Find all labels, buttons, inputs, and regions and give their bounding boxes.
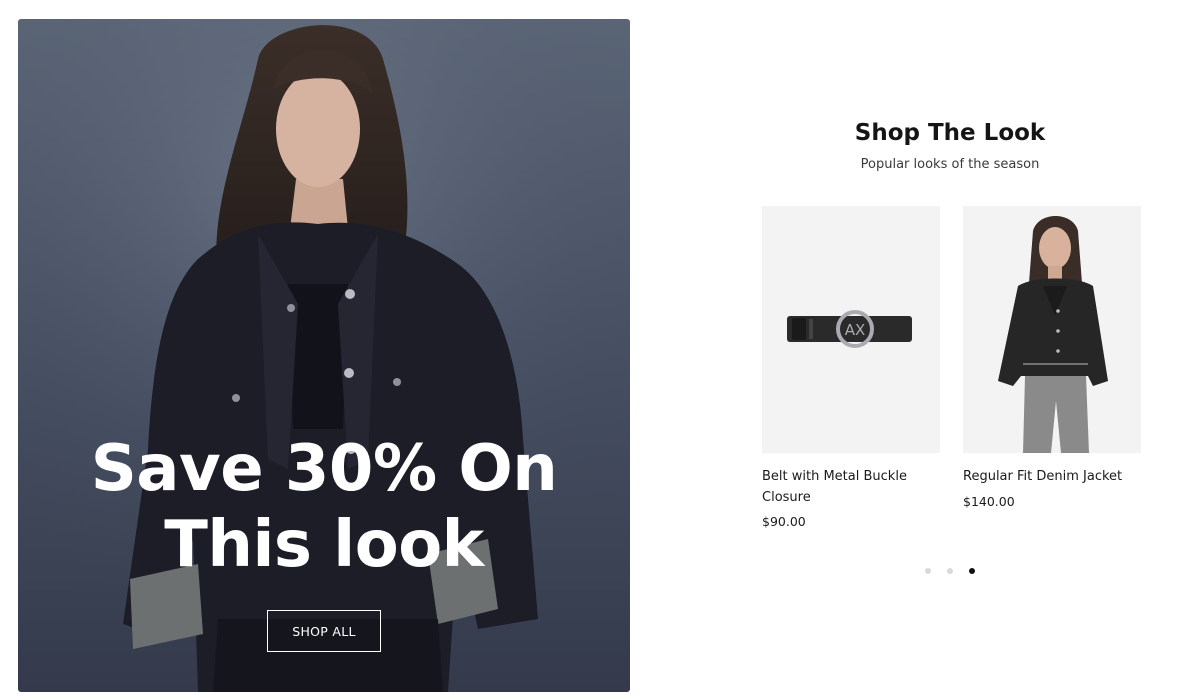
product-card-denim-jacket[interactable]: Regular Fit Denim Jacket $140.00 bbox=[963, 206, 1141, 509]
hero-model-photo bbox=[18, 19, 630, 692]
product-card-belt[interactable]: AX Belt with Metal Buckle Closure $90.00 bbox=[762, 206, 940, 529]
hero-headline-line-2: This look bbox=[164, 508, 484, 582]
product-name[interactable]: Regular Fit Denim Jacket bbox=[963, 467, 1141, 488]
product-price: $90.00 bbox=[762, 514, 806, 529]
carousel-dot[interactable] bbox=[925, 568, 931, 574]
carousel-dot-active[interactable] bbox=[969, 568, 975, 574]
hero-banner: Save 30% On This look SHOP ALL bbox=[18, 19, 630, 692]
product-name[interactable]: Belt with Metal Buckle Closure bbox=[762, 467, 940, 508]
carousel-dot[interactable] bbox=[947, 568, 953, 574]
section-title: Shop The Look bbox=[854, 120, 1046, 146]
hero-headline-line-1: Save 30% On bbox=[90, 432, 558, 506]
product-image-denim-jacket[interactable] bbox=[963, 206, 1141, 453]
carousel-pagination bbox=[925, 568, 975, 574]
belt-photo: AX bbox=[762, 206, 940, 453]
shop-all-button[interactable]: SHOP ALL bbox=[267, 610, 381, 652]
jacket-model-photo bbox=[963, 206, 1141, 453]
page: Save 30% On This look SHOP ALL Shop The … bbox=[0, 0, 1200, 699]
product-price: $140.00 bbox=[963, 493, 1015, 509]
product-image-belt[interactable]: AX bbox=[762, 206, 940, 453]
hero-headline: Save 30% On This look bbox=[18, 431, 630, 583]
svg-text:AX: AX bbox=[845, 321, 866, 339]
section-subtitle: Popular looks of the season bbox=[860, 157, 1040, 172]
